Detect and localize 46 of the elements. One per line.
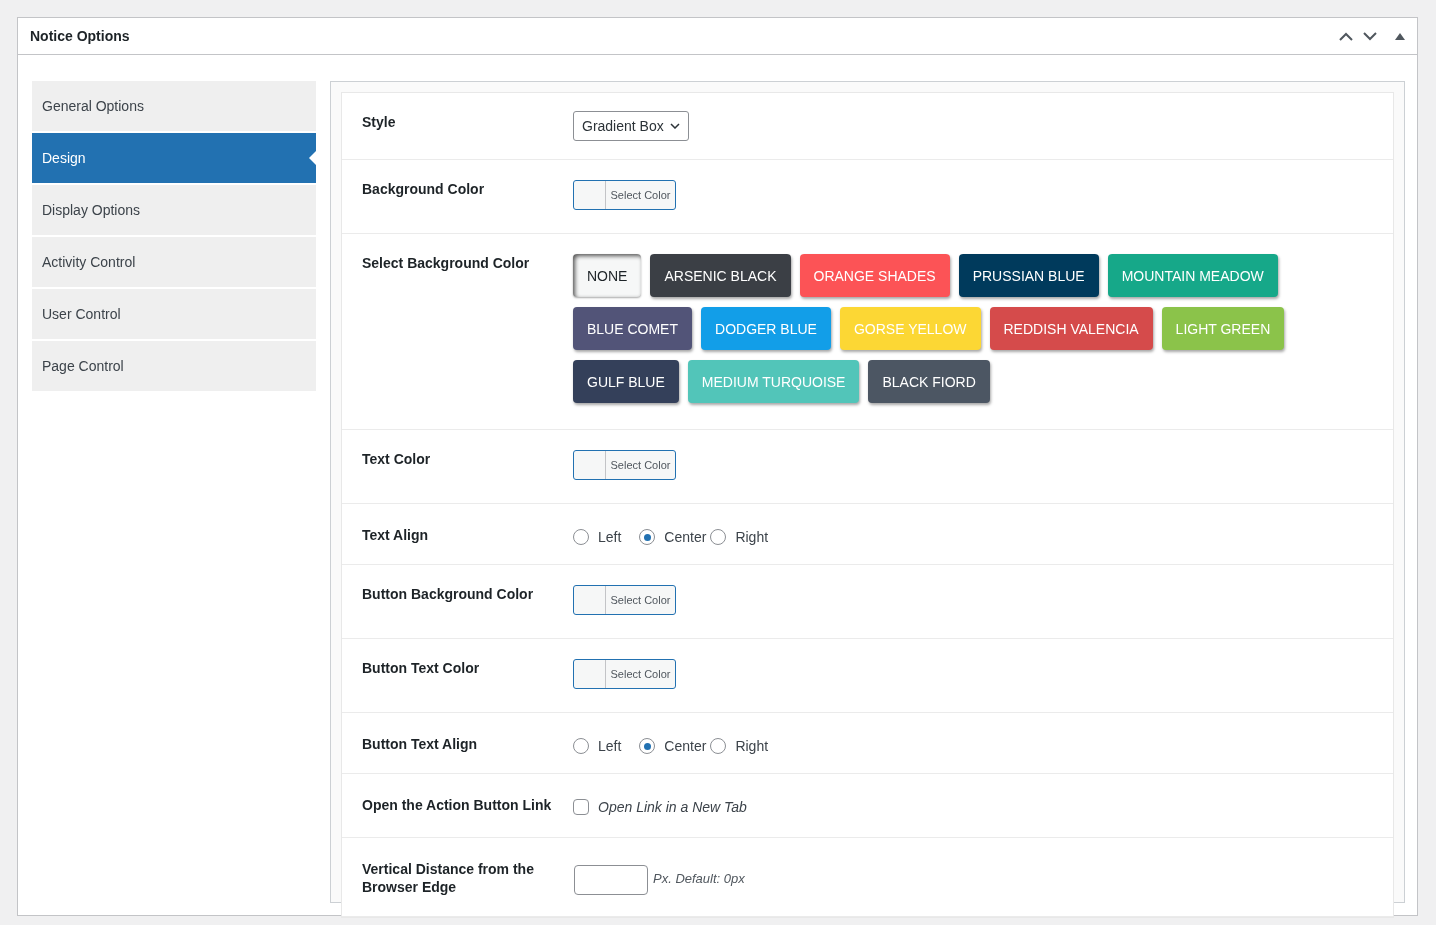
hint-text: Px. Default: 0px xyxy=(653,871,745,888)
radio-label: Center xyxy=(664,528,707,547)
sidebar-tab[interactable]: Design xyxy=(32,133,316,183)
radio-label: Left xyxy=(598,737,622,756)
setting-label: Select Background Color xyxy=(362,254,531,273)
chevron-up-icon xyxy=(1339,31,1353,41)
checkbox-label: Open Link in a New Tab xyxy=(598,798,747,817)
sidebar-tab[interactable]: Page Control xyxy=(32,341,316,391)
triangle-up-icon xyxy=(1395,32,1405,40)
chevron-down-icon xyxy=(669,123,680,129)
radio-label: Center xyxy=(664,737,707,756)
input-field[interactable] xyxy=(574,864,648,895)
color-picker-button[interactable]: Select Color xyxy=(573,659,676,690)
setting-label: Style xyxy=(362,113,397,132)
setting-label: Open the Action Button Link xyxy=(362,796,553,816)
setting-label: Button Text Color xyxy=(362,659,481,679)
setting-label: Button Text Align xyxy=(362,735,479,755)
style-select[interactable]: Gradient Box xyxy=(573,111,689,141)
checkbox[interactable] xyxy=(573,799,589,816)
setting-label: Vertical Distance from the Browser Edge xyxy=(362,859,535,896)
setting-label: Text Color xyxy=(362,450,432,469)
color-preset-button[interactable]: GULF BLUE xyxy=(573,360,679,403)
radio-label: Right xyxy=(735,737,769,756)
sidebar-tab[interactable]: User Control xyxy=(32,289,316,339)
setting-label: Button Background Color xyxy=(362,585,535,605)
color-preset-button[interactable]: BLUE COMET xyxy=(573,307,692,350)
setting-label: Background Color xyxy=(362,180,486,199)
color-preset-button[interactable]: PRUSSIAN BLUE xyxy=(958,254,1099,297)
color-preset-button[interactable]: REDDISH VALENCIA xyxy=(989,307,1153,350)
collapse-button[interactable] xyxy=(1395,32,1405,40)
color-picker-button[interactable]: Select Color xyxy=(573,450,676,480)
radio-label: Right xyxy=(735,528,769,547)
move-down-button[interactable] xyxy=(1363,31,1377,41)
sidebar-tab[interactable]: General Options xyxy=(32,81,316,131)
color-preset-button[interactable]: BLACK FIORD xyxy=(868,360,990,403)
color-preset-button[interactable]: NONE xyxy=(573,254,642,297)
panel-title: Notice Options xyxy=(30,26,131,46)
color-preset-button[interactable]: ARSENIC BLACK xyxy=(650,254,791,297)
sidebar-tab[interactable]: Activity Control xyxy=(32,237,316,287)
chevron-down-icon xyxy=(1363,31,1377,41)
sidebar-tab[interactable]: Display Options xyxy=(32,185,316,235)
radio-label: Left xyxy=(598,528,622,547)
setting-label: Text Align xyxy=(362,526,430,545)
move-up-button[interactable] xyxy=(1339,31,1353,41)
color-picker-button[interactable]: Select Color xyxy=(573,585,676,616)
color-picker-button[interactable]: Select Color xyxy=(573,180,676,210)
